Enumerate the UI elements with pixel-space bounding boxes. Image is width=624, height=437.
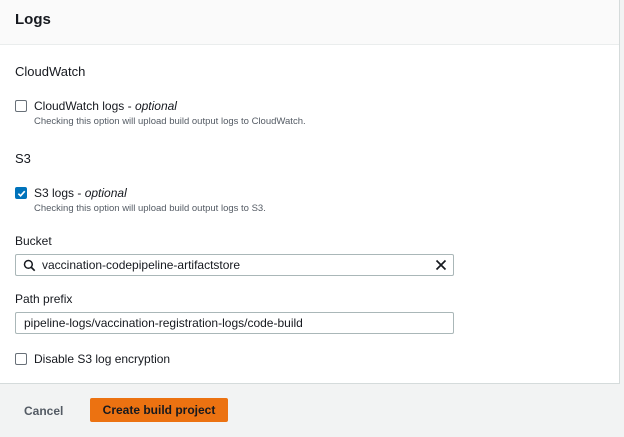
path-prefix-value: pipeline-logs/vaccination-registration-l… [24, 316, 303, 330]
logs-panel: Logs CloudWatch CloudWatch logs - option… [0, 0, 620, 384]
logs-title: Logs [15, 11, 51, 28]
bucket-label: Bucket [15, 234, 52, 248]
s3-optional-text: optional [84, 186, 127, 200]
s3-section-title: S3 [15, 151, 31, 166]
s3-logs-label: S3 logs - optional [34, 185, 266, 201]
search-icon [16, 259, 42, 272]
clear-icon[interactable] [429, 255, 453, 275]
bucket-value: vaccination-codepipeline-artifactstore [42, 258, 241, 272]
cloudwatch-logs-label: CloudWatch logs - optional [34, 98, 306, 114]
cloudwatch-logs-option[interactable]: CloudWatch logs - optional Checking this… [15, 98, 306, 128]
form-footer: Cancel Create build project [0, 385, 620, 437]
checkmark-icon [17, 190, 25, 197]
logs-panel-header: Logs [0, 0, 619, 45]
path-prefix-label: Path prefix [15, 292, 73, 306]
cloudwatch-section-title: CloudWatch [15, 64, 86, 79]
cloudwatch-logs-description: Checking this option will upload build o… [34, 116, 306, 127]
s3-logs-checkbox[interactable] [15, 187, 27, 199]
cancel-button[interactable]: Cancel [24, 404, 63, 418]
cloudwatch-optional-text: optional [134, 99, 177, 113]
cloudwatch-logs-checkbox[interactable] [15, 100, 27, 112]
create-build-project-button[interactable]: Create build project [90, 398, 228, 422]
s3-logs-label-text: S3 logs - [34, 186, 85, 200]
disable-encryption-label: Disable S3 log encryption [34, 352, 171, 366]
path-prefix-input[interactable]: pipeline-logs/vaccination-registration-l… [15, 312, 454, 334]
s3-logs-option[interactable]: S3 logs - optional Checking this option … [15, 185, 266, 215]
disable-encryption-option[interactable]: Disable S3 log encryption [15, 351, 170, 367]
disable-encryption-checkbox[interactable] [15, 353, 27, 365]
bucket-search-input[interactable]: vaccination-codepipeline-artifactstore [15, 254, 454, 276]
s3-logs-description: Checking this option will upload build o… [34, 203, 266, 214]
cloudwatch-logs-label-text: CloudWatch logs - [34, 99, 135, 113]
